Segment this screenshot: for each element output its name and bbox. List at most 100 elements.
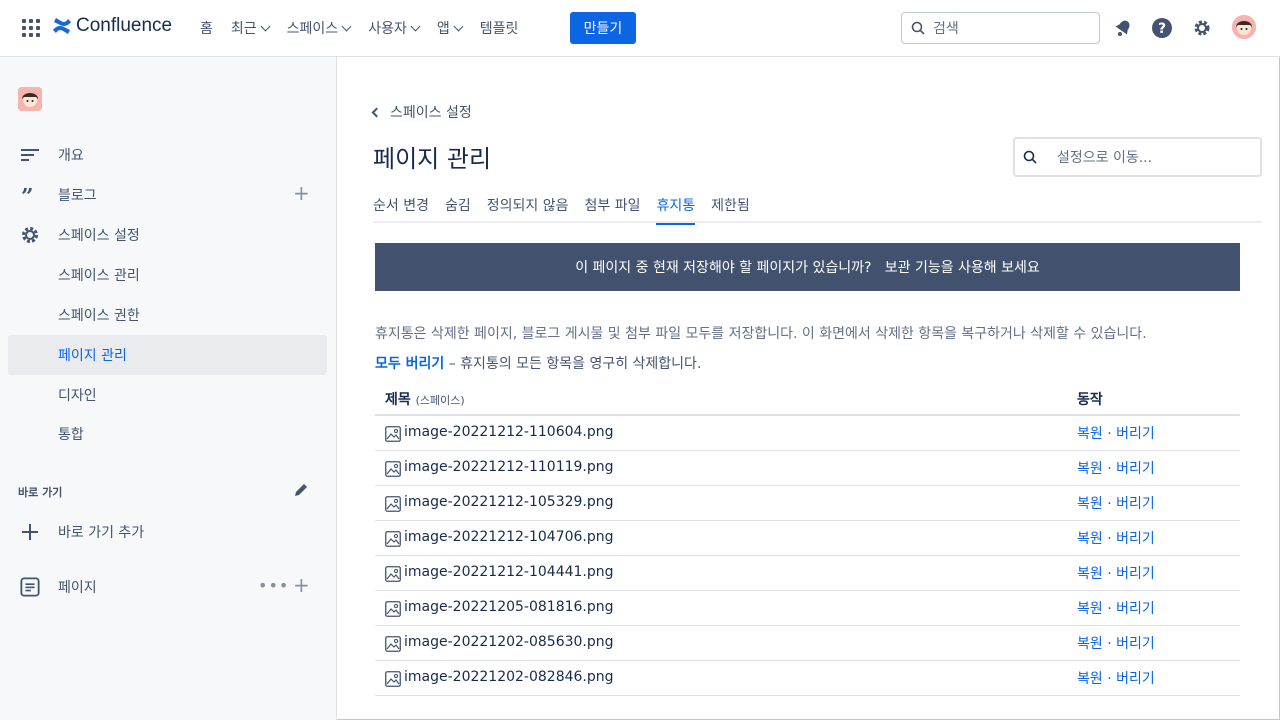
- nav-apps[interactable]: 앱: [437, 17, 464, 39]
- edit-shortcuts-pencil-icon[interactable]: [292, 481, 310, 499]
- settings-search-placeholder: 설정으로 이동...: [1057, 150, 1153, 166]
- table-row: image-20221212-110119.png 복원 · 버리기: [375, 451, 1240, 486]
- row-actions: 복원 · 버리기: [1077, 598, 1155, 618]
- nav-home-label: 홈: [200, 21, 213, 37]
- purge-all-link[interactable]: 모두 버리기: [375, 356, 444, 372]
- settings-search-input[interactable]: 설정으로 이동...: [1013, 137, 1262, 177]
- sidebar-item-pages[interactable]: 페이지 ••• +: [8, 567, 327, 607]
- restore-link[interactable]: 복원: [1077, 671, 1103, 687]
- sidebar-item-label: 블로그: [58, 188, 97, 204]
- file-name: image-20221212-105329.png: [404, 494, 614, 510]
- sidebar-item-integrations[interactable]: 통합: [8, 414, 327, 454]
- sidebar-item-label: 개요: [58, 148, 84, 164]
- table-body: image-20221212-110604.png 복원 · 버리기 image-2…: [375, 416, 1240, 696]
- file-name: image-20221205-081816.png: [404, 599, 614, 615]
- column-title-label: 제목: [385, 392, 411, 408]
- purge-all-row: 모두 버리기 – 휴지통의 모든 항목을 영구히 삭제합니다.: [375, 353, 701, 373]
- chevron-down-icon: [260, 21, 271, 31]
- main-content: 스페이스 설정 페이지 관리 설정으로 이동... 순서 변경 숨김 정의되지 …: [337, 57, 1280, 720]
- tab-undefined[interactable]: 정의되지 않음: [487, 195, 569, 223]
- space-avatar[interactable]: [18, 87, 42, 111]
- action-separator: ·: [1102, 461, 1117, 477]
- space-sidebar: 개요 ” 블로그 + 스페이스 설정 스페이스 관리 스페이스 권한 페이지 관…: [0, 57, 337, 720]
- sidebar-item-label: 페이지: [58, 580, 97, 596]
- more-actions-icon[interactable]: •••: [258, 576, 289, 595]
- svg-text:?: ?: [1158, 21, 1166, 37]
- column-actions-header: 동작: [1077, 392, 1103, 408]
- app-switcher-icon[interactable]: [22, 19, 40, 37]
- add-blog-plus-icon[interactable]: +: [293, 183, 310, 203]
- sidebar-item-label: 페이지 관리: [58, 348, 127, 364]
- sidebar-item-design[interactable]: 디자인: [8, 375, 327, 415]
- file-name: image-20221202-085630.png: [404, 634, 614, 650]
- chevron-down-icon: [453, 21, 464, 31]
- sidebar-item-space-management[interactable]: 스페이스 관리: [8, 255, 327, 295]
- nav-templates[interactable]: 템플릿: [480, 17, 519, 39]
- settings-gear-icon[interactable]: [1191, 17, 1213, 39]
- sidebar-item-blog[interactable]: ” 블로그 +: [8, 175, 327, 215]
- tab-restricted[interactable]: 제한됨: [711, 195, 750, 223]
- plus-icon: [20, 522, 40, 542]
- sidebar-item-space-settings[interactable]: 스페이스 설정: [8, 215, 327, 255]
- back-to-space-settings-link[interactable]: 스페이스 설정: [371, 102, 472, 122]
- tab-trash[interactable]: 휴지통: [656, 195, 695, 225]
- back-label: 스페이스 설정: [390, 105, 472, 121]
- purge-link[interactable]: 버리기: [1116, 671, 1155, 687]
- nav-home[interactable]: 홈: [200, 17, 213, 39]
- row-actions: 복원 · 버리기: [1077, 668, 1155, 688]
- top-navigation-bar: Confluence 홈 최근 스페이스 사용자 앱 템플릿 만들기 검색 ?: [0, 0, 1280, 57]
- help-icon[interactable]: ?: [1151, 17, 1173, 39]
- row-actions: 복원 · 버리기: [1077, 563, 1155, 583]
- search-input[interactable]: 검색: [901, 12, 1100, 44]
- image-file-icon: [385, 426, 401, 442]
- tab-reorder[interactable]: 순서 변경: [373, 195, 429, 223]
- image-file-icon: [385, 671, 401, 687]
- purge-link[interactable]: 버리기: [1116, 531, 1155, 547]
- add-shortcut-button[interactable]: 바로 가기 추가: [8, 512, 327, 552]
- table-row: image-20221202-085630.png 복원 · 버리기: [375, 626, 1240, 661]
- nav-recent[interactable]: 최근: [230, 17, 271, 39]
- sidebar-item-overview[interactable]: 개요: [8, 135, 327, 175]
- create-button[interactable]: 만들기: [570, 12, 636, 44]
- table-row: image-20221202-082846.png 복원 · 버리기: [375, 661, 1240, 696]
- search-placeholder: 검색: [933, 21, 959, 37]
- nav-people[interactable]: 사용자: [368, 17, 421, 39]
- purge-link[interactable]: 버리기: [1116, 636, 1155, 652]
- restore-link[interactable]: 복원: [1077, 636, 1103, 652]
- restore-link[interactable]: 복원: [1077, 461, 1103, 477]
- trash-table: 제목 (스페이스) 동작 image-20221212-110604.png 복원…: [375, 381, 1240, 696]
- restore-link[interactable]: 복원: [1077, 426, 1103, 442]
- confluence-logo[interactable]: Confluence: [52, 15, 172, 37]
- nav-recent-label: 최근: [230, 21, 257, 37]
- sidebar-item-page-management[interactable]: 페이지 관리: [8, 335, 327, 375]
- image-file-icon: [385, 461, 401, 477]
- tab-hidden[interactable]: 숨김: [445, 195, 471, 223]
- purge-link[interactable]: 버리기: [1116, 566, 1155, 582]
- action-separator: ·: [1102, 636, 1117, 652]
- primary-nav: 홈 최근 스페이스 사용자 앱 템플릿: [200, 17, 536, 39]
- user-avatar[interactable]: [1232, 15, 1256, 39]
- nav-people-label: 사용자: [368, 21, 407, 37]
- quote-icon: ”: [20, 185, 40, 205]
- row-actions: 복원 · 버리기: [1077, 528, 1155, 548]
- add-page-plus-icon[interactable]: +: [293, 575, 310, 595]
- sidebar-item-label: 스페이스 설정: [58, 228, 140, 244]
- sidebar-item-space-permissions[interactable]: 스페이스 권한: [8, 295, 327, 335]
- purge-link[interactable]: 버리기: [1116, 461, 1155, 477]
- column-title-sub: (스페이스): [415, 394, 465, 407]
- purge-link[interactable]: 버리기: [1116, 601, 1155, 617]
- shortcuts-heading: 바로 가기: [18, 486, 63, 499]
- chevron-down-icon: [341, 21, 352, 31]
- purge-link[interactable]: 버리기: [1116, 426, 1155, 442]
- purge-link[interactable]: 버리기: [1116, 496, 1155, 512]
- restore-link[interactable]: 복원: [1077, 566, 1103, 582]
- nav-spaces[interactable]: 스페이스: [287, 17, 352, 39]
- tab-attachments[interactable]: 첨부 파일: [584, 195, 640, 223]
- restore-link[interactable]: 복원: [1077, 496, 1103, 512]
- chevron-down-icon: [410, 21, 421, 31]
- archive-promo-banner[interactable]: 이 페이지 중 현재 저장해야 할 페이지가 있습니까? 보관 기능을 사용해 …: [375, 243, 1240, 291]
- notifications-icon[interactable]: [1112, 17, 1134, 39]
- restore-link[interactable]: 복원: [1077, 601, 1103, 617]
- restore-link[interactable]: 복원: [1077, 531, 1103, 547]
- sidebar-item-label: 스페이스 관리: [58, 268, 140, 284]
